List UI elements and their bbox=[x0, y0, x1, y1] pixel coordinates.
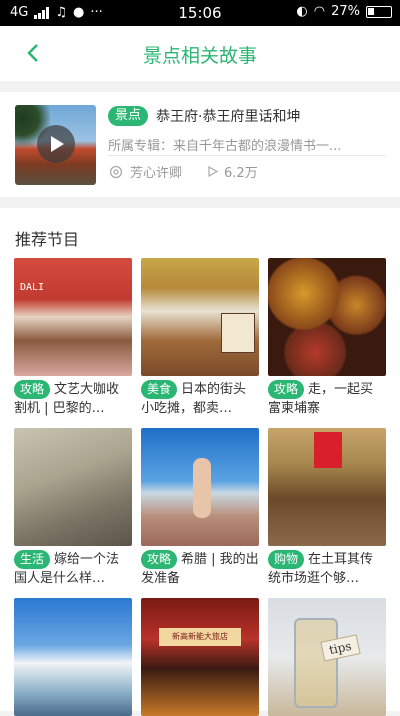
program-image-turkey-bazaar[interactable] bbox=[268, 428, 386, 546]
story-thumbnail[interactable] bbox=[15, 105, 96, 185]
program-item[interactable]: 生活 嫁给一个法国人是什么样… bbox=[14, 428, 132, 590]
program-image-cambodia-pots[interactable] bbox=[268, 258, 386, 376]
program-item[interactable]: 美食 日本的街头小吃摊，都卖… bbox=[141, 258, 259, 420]
section-title: 推荐节目 bbox=[15, 230, 80, 249]
play-icon[interactable] bbox=[37, 125, 75, 163]
program-item[interactable]: tips bbox=[268, 598, 386, 716]
program-tag: 攻略 bbox=[141, 550, 178, 569]
battery-percent: 27% bbox=[331, 4, 360, 19]
program-tag: 攻略 bbox=[14, 380, 51, 399]
program-tag: 购物 bbox=[268, 550, 305, 569]
page-title: 景点相关故事 bbox=[142, 45, 257, 67]
shop-sign-label: 新高新能大旅店 bbox=[159, 628, 241, 646]
program-image-night-market[interactable]: 新高新能大旅店 bbox=[141, 598, 259, 716]
program-image-street-food[interactable] bbox=[141, 258, 259, 376]
featured-story-card[interactable]: 景点 恭王府·恭王府里话和坤 所属专辑：来自千年古都的浪漫情书一... 芳心许卿… bbox=[0, 92, 400, 197]
divider bbox=[108, 155, 386, 156]
program-image-greece-beach[interactable] bbox=[141, 428, 259, 546]
wifi-icon: ◠ bbox=[313, 4, 326, 19]
program-image-city-skyline[interactable] bbox=[14, 598, 132, 716]
sign-label: DALI bbox=[20, 282, 45, 293]
program-item[interactable]: 攻略 希腊 | 我的出发准备 bbox=[141, 428, 259, 590]
play-count-icon bbox=[208, 166, 219, 177]
program-tag: 攻略 bbox=[268, 380, 305, 399]
story-title: 恭王府·恭王府里话和坤 bbox=[156, 109, 301, 125]
play-count: 6.2万 bbox=[224, 166, 258, 181]
program-item[interactable] bbox=[14, 598, 132, 716]
battery-icon bbox=[366, 5, 392, 18]
author-name: 芳心许卿 bbox=[130, 166, 183, 181]
program-item[interactable]: DALI 攻略 文艺大咖收割机 | 巴黎的… bbox=[14, 258, 132, 420]
program-image-paris-cafe[interactable]: DALI bbox=[14, 258, 132, 376]
status-bar: 4G ♫ ● ··· 15:06 ◐ ◠ 27% bbox=[0, 0, 400, 26]
headphone-icon bbox=[109, 165, 123, 178]
program-tag: 生活 bbox=[14, 550, 51, 569]
program-item[interactable]: 攻略 走，一起买富柬埔寨 bbox=[268, 258, 386, 420]
program-tag: 美食 bbox=[141, 380, 178, 399]
lock-rotation-icon: ◐ bbox=[296, 4, 308, 19]
program-item[interactable]: 购物 在土耳其传统市场逛个够… bbox=[268, 428, 386, 590]
title-bar: 景点相关故事 bbox=[0, 26, 400, 81]
program-image-french-painting[interactable] bbox=[14, 428, 132, 546]
recommended-section: 推荐节目 DALI 攻略 文艺大咖收割机 | 巴黎的… 美食 日本的街头小吃摊，都卖… bbox=[0, 208, 400, 716]
category-tag: 景点 bbox=[108, 106, 149, 126]
album-text[interactable]: 所属专辑：来自千年古都的浪漫情书一... bbox=[108, 135, 383, 154]
program-item[interactable]: 新高新能大旅店 bbox=[141, 598, 259, 716]
program-image-tips-jar[interactable]: tips bbox=[268, 598, 386, 716]
